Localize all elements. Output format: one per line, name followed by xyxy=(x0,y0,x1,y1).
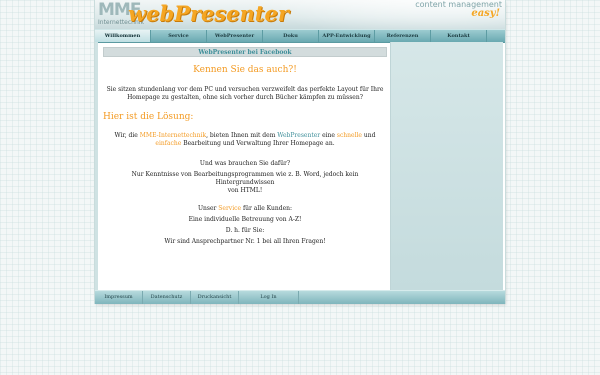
requirement-line-2: von HTML! xyxy=(227,187,263,194)
service-word: Service xyxy=(218,205,242,212)
footer-datenschutz[interactable]: Datenschutz xyxy=(143,291,191,304)
offer-line-1: Wir, die MME-Internettechnik, bieten Ihn… xyxy=(103,132,387,140)
company-name: MME-Internettechnik xyxy=(139,132,207,139)
requirement-line-1: Nur Kenntnisse von Bearbeitungsprogramme… xyxy=(131,171,359,186)
footer-login[interactable]: Log In xyxy=(239,291,299,304)
offer-text-4: und xyxy=(361,132,376,139)
footer-filler xyxy=(299,291,505,304)
page-heading: Kennen Sie das auch?! xyxy=(193,65,297,75)
support-text: Eine individuelle Betreuung von A-Z! xyxy=(188,216,302,223)
question-text: Und was brauchen Sie dafür? xyxy=(199,160,291,167)
tagline-easy: easy! xyxy=(471,8,500,19)
footer-druckansicht[interactable]: Druckansicht xyxy=(191,291,239,304)
site-header: MME Internettechnik webPresenter content… xyxy=(95,0,505,29)
requirements-text: Nur Kenntnisse von Bearbeitungsprogramme… xyxy=(103,171,387,195)
nav-item-app-entwicklung[interactable]: APP-Entwicklung xyxy=(319,30,375,42)
nav-item-referenzen[interactable]: Referenzen xyxy=(375,30,431,42)
nav-item-doku[interactable]: Doku xyxy=(263,30,319,42)
main-content: WebPresenter bei Facebook Kennen Sie das… xyxy=(103,47,387,246)
intro-line-2: Homepage zu gestalten, ohne sich vorher … xyxy=(127,94,363,101)
offer-line-2: einfache Bearbeitung und Verwaltung Ihre… xyxy=(103,140,387,148)
right-sidebar xyxy=(390,42,503,290)
solution-heading: Hier ist die Lösung: xyxy=(103,112,194,122)
nav-item-webpresenter[interactable]: WebPresenter xyxy=(207,30,263,42)
main-nav: Willkommen Service WebPresenter Doku APP… xyxy=(95,29,505,43)
easy-word: einfache xyxy=(155,140,182,147)
intro-line-1: Sie sitzen stundenlang vor dem PC und ve… xyxy=(106,86,384,93)
page-container: MME Internettechnik webPresenter content… xyxy=(95,0,505,304)
logo-webpresenter[interactable]: webPresenter xyxy=(128,2,289,26)
offer-text-2: , bieten Ihnen mit dem xyxy=(206,132,278,139)
nav-filler xyxy=(487,30,505,42)
offer-text-5: Bearbeitung und Verwaltung Ihrer Homepag… xyxy=(181,140,335,147)
service-text: Unser Service für alle Kunden: xyxy=(103,205,387,213)
facebook-link[interactable]: WebPresenter bei Facebook xyxy=(103,47,387,57)
means-text: D. h. für Sie: xyxy=(225,227,265,234)
contact-text: Wir sind Ansprechpartner Nr. 1 bei all I… xyxy=(164,238,326,245)
nav-item-kontakt[interactable]: Kontakt xyxy=(431,30,487,42)
site-footer: Impressum Datenschutz Druckansicht Log I… xyxy=(95,290,505,304)
service-text-1: Unser xyxy=(197,205,219,212)
webpresenter-link[interactable]: WebPresenter xyxy=(277,132,320,139)
nav-item-willkommen[interactable]: Willkommen xyxy=(95,30,151,42)
offer-text: Wir, die MME-Internettechnik, bieten Ihn… xyxy=(103,132,387,148)
left-edge xyxy=(95,42,98,290)
footer-impressum[interactable]: Impressum xyxy=(95,291,143,304)
quick-word: schnelle xyxy=(336,132,362,139)
nav-item-service[interactable]: Service xyxy=(151,30,207,42)
offer-text-1: Wir, die xyxy=(114,132,140,139)
service-text-2: für alle Kunden: xyxy=(241,205,293,212)
offer-text-3: eine xyxy=(320,132,337,139)
intro-text: Sie sitzen stundenlang vor dem PC und ve… xyxy=(103,86,387,102)
